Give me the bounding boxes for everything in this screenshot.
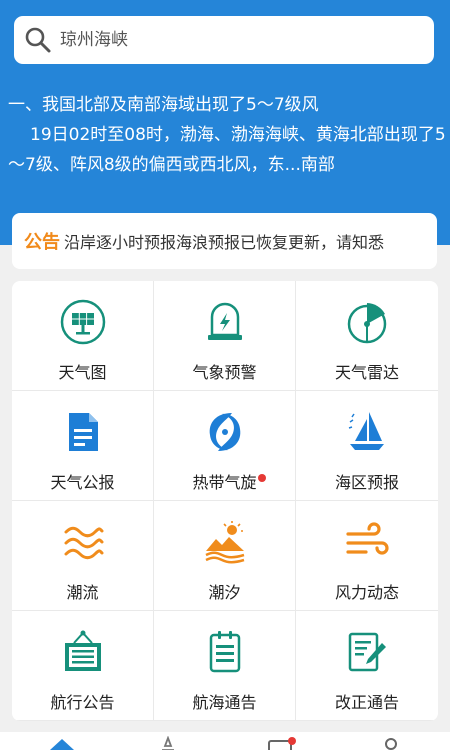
home-icon[interactable]: [47, 736, 77, 750]
grid-item-label: 天气图: [58, 363, 107, 382]
grid-item-label: 改正通告: [334, 693, 399, 712]
notice-label: 公告: [24, 232, 60, 253]
grid-item-sea-area-forecast[interactable]: 海区预报: [296, 391, 438, 501]
search-input[interactable]: [60, 30, 400, 50]
grid-item-weather-radar[interactable]: 天气雷达: [296, 281, 438, 391]
new-badge: [258, 474, 266, 482]
warning-lightning-icon: [207, 302, 242, 340]
grid-item-navigation-notice[interactable]: 航行公告: [12, 611, 154, 721]
grid-item-label: 潮流: [66, 583, 99, 602]
grid-item-weather-map[interactable]: 天气图: [12, 281, 154, 391]
grid-item-label: 航海通告: [192, 693, 257, 712]
bottom-nav: [0, 732, 450, 750]
message-icon[interactable]: [266, 736, 296, 750]
grid-item-tropical-cyclone[interactable]: 热带气旋: [154, 391, 296, 501]
feature-grid: 天气图 气象预警 天气雷达 天气公报 热带气旋 海区预报 潮流 潮汐 风力动态 …: [12, 281, 438, 721]
news-title: 一、我国北部及南部海域出现了5～7级风: [8, 95, 319, 115]
header-banner: 一、我国北部及南部海域出现了5～7级风 19日02时至08时，渤海、渤海海峡、黄…: [0, 0, 450, 245]
clipboard-icon: [209, 631, 240, 673]
wind-icon: [346, 522, 389, 555]
notice-bar[interactable]: 公告 沿岸逐小时预报海浪预报已恢复更新，请知悉: [12, 213, 437, 269]
grid-item-label: 热带气旋: [192, 473, 257, 492]
grid-item-label: 航行公告: [50, 693, 115, 712]
grid-item-wind-dynamics[interactable]: 风力动态: [296, 501, 438, 611]
grid-item-weather-warning[interactable]: 气象预警: [154, 281, 296, 391]
news-body: 19日02时至08时，渤海、渤海海峡、黄海北部出现了5～7级、阵风8级的偏西或西…: [8, 125, 446, 175]
sailboat-icon: [348, 412, 384, 450]
grid-item-label: 天气公报: [50, 473, 115, 492]
cyclone-icon: [209, 413, 240, 451]
grid-item-correction-notice[interactable]: 改正通告: [296, 611, 438, 721]
star-icon[interactable]: [153, 736, 183, 750]
edit-document-icon: [348, 632, 386, 672]
solar-panel-icon: [60, 299, 105, 345]
grid-item-label: 气象预警: [192, 363, 257, 382]
grid-item-current[interactable]: 潮流: [12, 501, 154, 611]
notice-board-icon: [64, 630, 101, 671]
search-bar[interactable]: [14, 16, 434, 64]
notice-text: 沿岸逐小时预报海浪预报已恢复更新，请知悉: [64, 233, 385, 252]
news-ticker[interactable]: 一、我国北部及南部海域出现了5～7级风 19日02时至08时，渤海、渤海海峡、黄…: [0, 90, 450, 180]
tide-sun-icon: [204, 521, 244, 564]
grid-item-label: 海区预报: [334, 473, 399, 492]
grid-item-nautical-notice[interactable]: 航海通告: [154, 611, 296, 721]
grid-item-label: 风力动态: [334, 583, 399, 602]
waves-icon: [64, 526, 103, 560]
grid-item-label: 天气雷达: [334, 363, 399, 382]
grid-item-label: 潮汐: [208, 583, 241, 602]
grid-item-tide[interactable]: 潮汐: [154, 501, 296, 611]
grid-item-weather-bulletin[interactable]: 天气公报: [12, 391, 154, 501]
document-icon: [68, 413, 98, 451]
user-icon[interactable]: [376, 736, 406, 750]
radar-icon: [347, 303, 387, 344]
search-icon: [25, 27, 51, 53]
